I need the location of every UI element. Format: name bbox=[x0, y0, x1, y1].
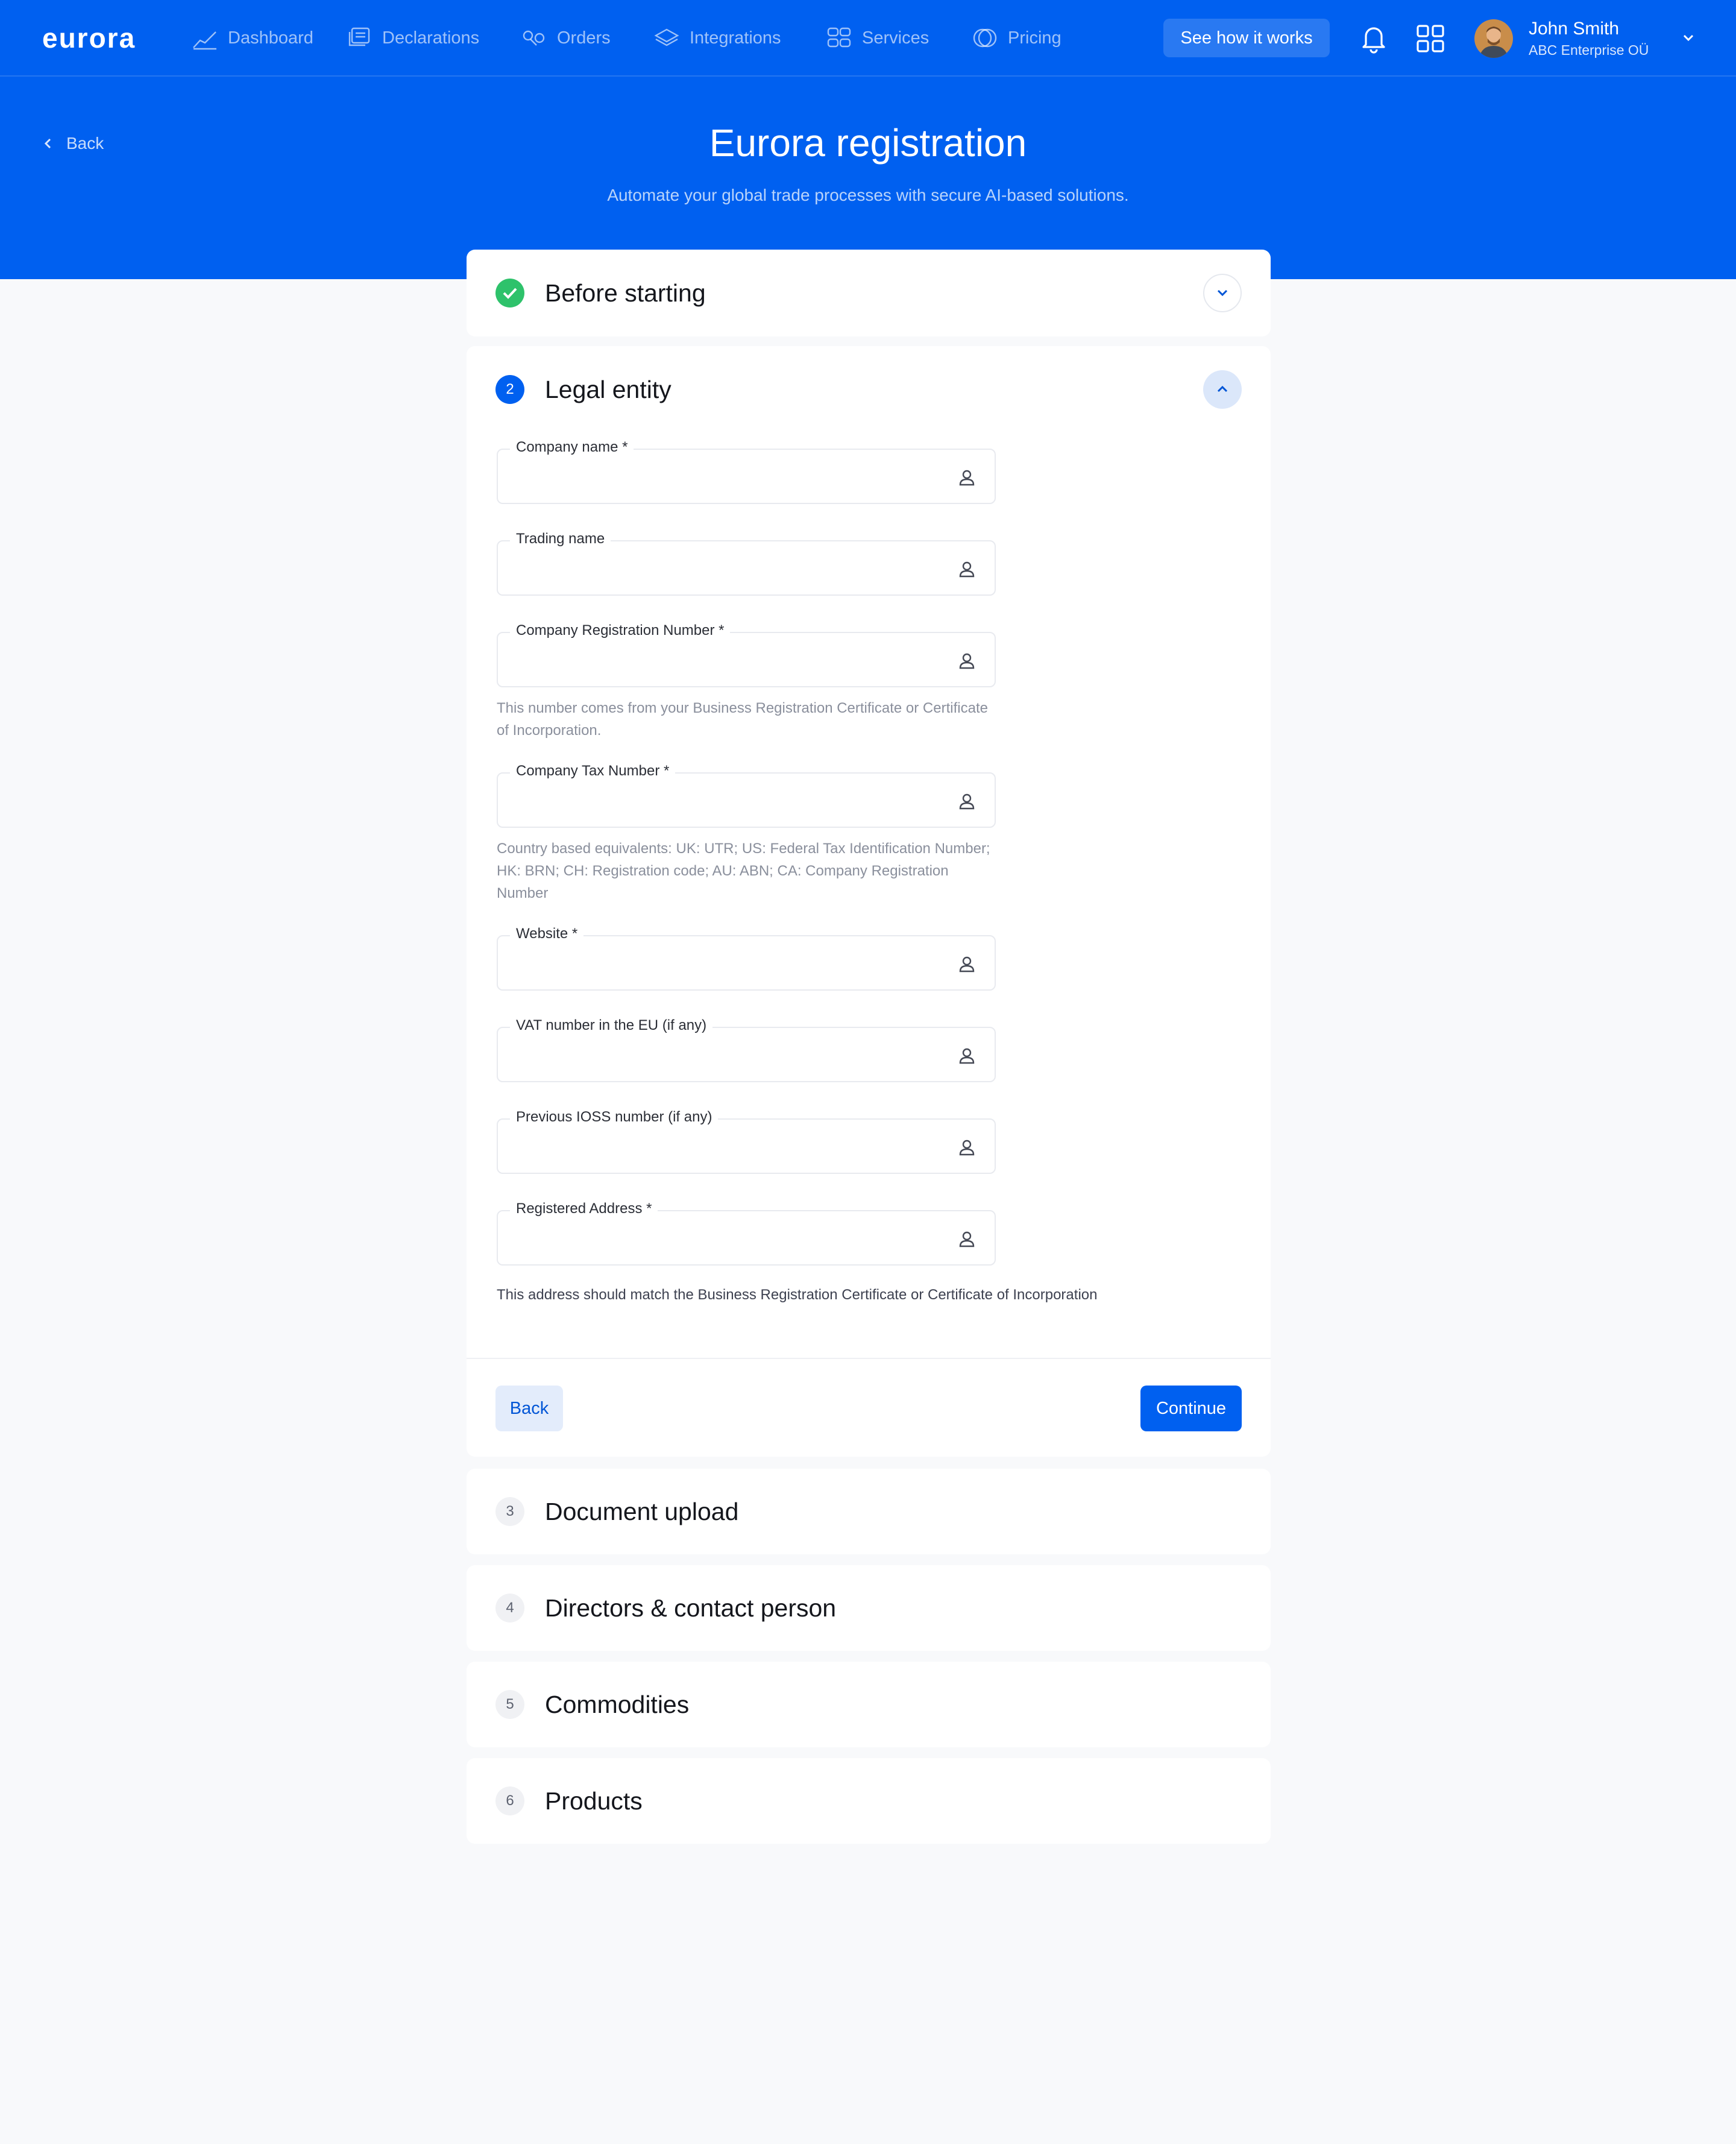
user-icon bbox=[959, 1231, 975, 1247]
field-label: Company Tax Number * bbox=[510, 763, 676, 780]
nav-item-orders[interactable]: Orders bbox=[521, 23, 611, 53]
field-label: Registered Address * bbox=[510, 1200, 658, 1217]
step-title: Document upload bbox=[545, 1497, 739, 1525]
see-how-it-works-button[interactable]: See how it works bbox=[1163, 19, 1330, 57]
step-number-badge: 6 bbox=[495, 1786, 524, 1815]
nav-item-services[interactable]: Services bbox=[826, 23, 929, 53]
step-title: Directors & contact person bbox=[545, 1594, 837, 1622]
nav-item-integrations[interactable]: Integrations bbox=[653, 23, 781, 53]
nav-item-label: Pricing bbox=[1008, 28, 1061, 48]
services-grid-icon bbox=[827, 27, 851, 48]
step-card-before-starting[interactable]: Before starting bbox=[467, 250, 1271, 336]
field-label: Trading name bbox=[510, 531, 611, 547]
user-icon bbox=[959, 793, 975, 810]
step-title: Commodities bbox=[545, 1690, 690, 1718]
continue-button[interactable]: Continue bbox=[1140, 1386, 1242, 1431]
field-hint: Country based equivalents: UK: UTR; US: … bbox=[497, 840, 990, 901]
step-number-badge: 4 bbox=[495, 1594, 524, 1622]
avatar[interactable] bbox=[1474, 19, 1513, 58]
address-note: This address should match the Business R… bbox=[497, 1287, 1098, 1303]
user-icon bbox=[959, 956, 975, 973]
user-photo-icon bbox=[1474, 19, 1513, 58]
top-navigation-bar: eurora Dashboard Declarations Orders Int… bbox=[0, 0, 1736, 77]
step-card-directors[interactable]: 4 Directors & contact person bbox=[467, 1565, 1271, 1651]
step-card-legal-entity: 2 Legal entity Company name * Trading na… bbox=[467, 346, 1271, 1457]
vat-number-input[interactable]: VAT number in the EU (if any) bbox=[497, 1017, 996, 1082]
user-icon bbox=[959, 1140, 975, 1156]
tax-number-input[interactable]: Company Tax Number * bbox=[497, 763, 996, 828]
nav-item-dashboard[interactable]: Dashboard bbox=[192, 23, 313, 53]
documents-icon bbox=[348, 27, 370, 46]
field-hint: This number comes from your Business Reg… bbox=[497, 700, 988, 739]
chevron-down-icon[interactable] bbox=[1681, 30, 1696, 46]
layers-icon bbox=[654, 28, 679, 46]
field-label: Company Registration Number * bbox=[510, 622, 731, 639]
website-input[interactable]: Website * bbox=[497, 925, 996, 991]
field-label: Previous IOSS number (if any) bbox=[510, 1109, 719, 1126]
nav-item-label: Orders bbox=[557, 28, 611, 48]
user-icon bbox=[959, 1048, 975, 1064]
step-card-products[interactable]: 6 Products bbox=[467, 1758, 1271, 1844]
step-number-badge: 5 bbox=[495, 1690, 524, 1719]
step-number-badge: 3 bbox=[495, 1497, 524, 1526]
registration-number-input[interactable]: Company Registration Number * bbox=[497, 622, 996, 687]
step-title: Products bbox=[545, 1786, 643, 1815]
trading-name-input[interactable]: Trading name bbox=[497, 531, 996, 596]
registered-address-input[interactable]: Registered Address * bbox=[497, 1200, 996, 1266]
page-subtitle: Automate your global trade processes wit… bbox=[607, 186, 1129, 204]
nav-item-declarations[interactable]: Declarations bbox=[346, 23, 479, 53]
user-company: ABC Enterprise OÜ bbox=[1529, 42, 1649, 58]
step-complete-badge bbox=[495, 279, 524, 307]
collapse-toggle[interactable] bbox=[1203, 370, 1242, 409]
field-label: Company name * bbox=[510, 439, 634, 456]
user-name[interactable]: John Smith bbox=[1529, 19, 1619, 39]
step-title: Legal entity bbox=[545, 375, 671, 403]
chevron-down-icon bbox=[1217, 289, 1228, 297]
bell-icon[interactable] bbox=[1359, 23, 1389, 54]
nav-item-label: Services bbox=[862, 28, 929, 48]
expand-toggle[interactable] bbox=[1203, 274, 1242, 312]
company-name-input[interactable]: Company name * bbox=[497, 439, 996, 504]
apps-grid-icon[interactable] bbox=[1416, 24, 1445, 53]
step-card-document-upload[interactable]: 3 Document upload bbox=[467, 1469, 1271, 1554]
checkmark-icon bbox=[503, 288, 517, 299]
nav-item-label: Dashboard bbox=[228, 28, 313, 48]
field-label: VAT number in the EU (if any) bbox=[510, 1017, 713, 1034]
user-icon bbox=[959, 561, 975, 578]
coins-icon bbox=[973, 28, 997, 48]
page-title: Eurora registration bbox=[709, 121, 1027, 165]
chart-line-icon bbox=[193, 31, 216, 50]
eurora-logo[interactable]: eurora bbox=[42, 24, 136, 52]
step-card-commodities[interactable]: 5 Commodities bbox=[467, 1662, 1271, 1747]
orders-icon bbox=[523, 30, 545, 46]
ioss-number-input[interactable]: Previous IOSS number (if any) bbox=[497, 1109, 996, 1174]
step-title: Before starting bbox=[545, 279, 706, 307]
nav-item-label: Declarations bbox=[382, 28, 480, 48]
user-icon bbox=[959, 470, 975, 486]
field-label: Website * bbox=[510, 925, 584, 942]
step-number-badge: 2 bbox=[495, 375, 524, 404]
chevron-up-icon bbox=[1217, 385, 1228, 393]
nav-item-pricing[interactable]: Pricing bbox=[972, 23, 1061, 53]
back-button[interactable]: Back bbox=[495, 1386, 563, 1431]
nav-item-label: Integrations bbox=[690, 28, 781, 48]
user-icon bbox=[959, 653, 975, 669]
card-divider bbox=[467, 1358, 1271, 1359]
